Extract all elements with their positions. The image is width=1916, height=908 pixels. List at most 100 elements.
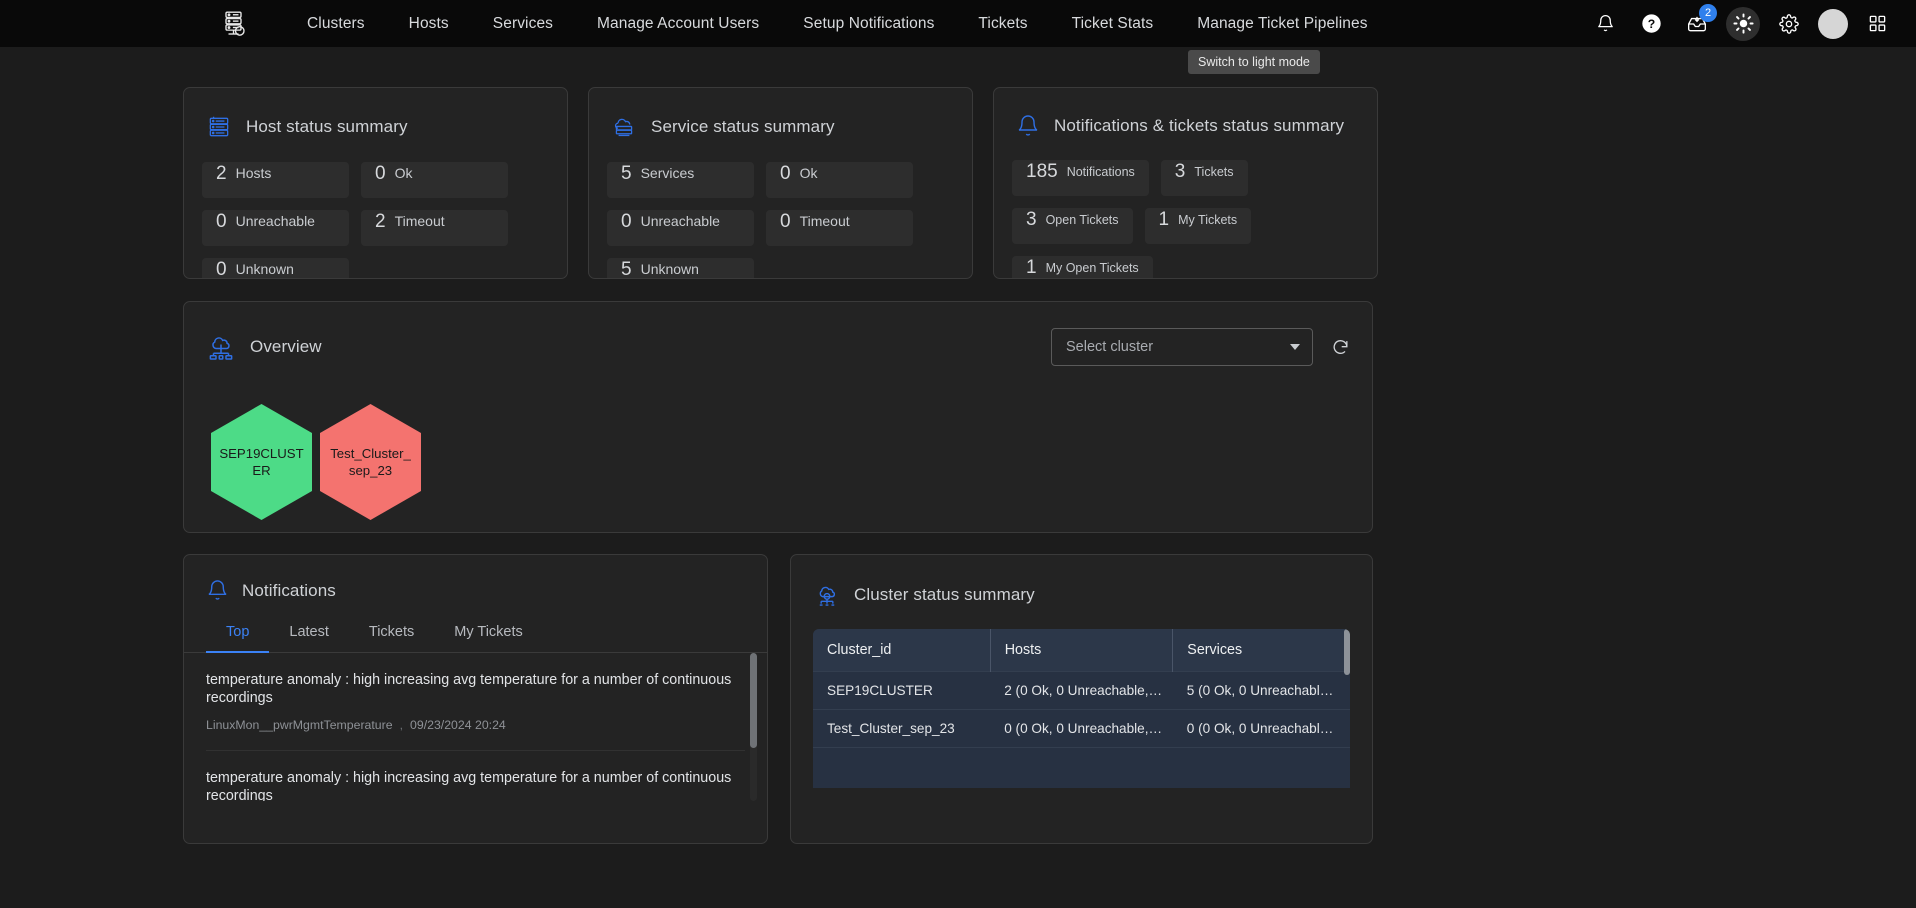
nav-link-services[interactable]: Services — [471, 9, 575, 39]
overview-section: Overview Select cluster SEP19CLUSTER Tes… — [0, 279, 1916, 533]
nav-link-ticket-stats[interactable]: Ticket Stats — [1050, 9, 1176, 39]
chip-value: 2 — [375, 211, 386, 232]
table-row[interactable]: Test_Cluster_sep_23 0 (0 Ok, 0 Unreachab… — [813, 709, 1350, 748]
chip-label: Timeout — [799, 213, 850, 229]
hexagon-label: Test_Cluster_sep_23 — [330, 446, 411, 478]
chip-label: Notifications — [1066, 165, 1135, 179]
bell-icon — [1016, 114, 1040, 138]
cluster-hexagon-sep19cluster[interactable]: SEP19CLUSTER — [211, 404, 312, 520]
chip-label: Ok — [799, 165, 818, 181]
cloud-gear-icon — [813, 581, 841, 609]
chip-hosts-timeout[interactable]: 2 Timeout — [361, 210, 508, 246]
cell-cluster-id: SEP19CLUSTER — [813, 671, 991, 710]
cluster-status-title: Cluster status summary — [854, 585, 1035, 604]
nav-link-clusters[interactable]: Clusters — [285, 9, 387, 39]
chip-open-tickets[interactable]: 3 Open Tickets — [1012, 208, 1133, 244]
nav-link-manage-account-users[interactable]: Manage Account Users — [575, 9, 781, 39]
tab-my-tickets[interactable]: My Tickets — [434, 616, 542, 653]
navbar-actions: ? 2 — [1588, 3, 1894, 41]
cell-hosts: 2 (0 Ok, 0 Unreachable, 2 Ti... — [990, 671, 1173, 710]
notifications-header: Notifications — [184, 579, 767, 602]
cell-services: 0 (0 Ok, 0 Unreachable, 0 T... — [1172, 709, 1350, 748]
notifications-card: Notifications Top Latest Tickets My Tick… — [183, 554, 768, 844]
nav-link-manage-ticket-pipelines[interactable]: Manage Ticket Pipelines — [1175, 9, 1389, 39]
column-header-services[interactable]: Services — [1172, 629, 1350, 672]
bottom-row: Notifications Top Latest Tickets My Tick… — [0, 533, 1916, 844]
grid-apps-icon[interactable] — [1860, 7, 1894, 41]
notifications-scrollbar-thumb[interactable] — [750, 653, 757, 748]
host-summary-chips: 2 Hosts 0 Ok 0 Unreachable 2 Timeout 0 U… — [202, 162, 549, 278]
notifications-tickets-summary-card: Notifications & tickets status summary 1… — [993, 87, 1378, 279]
overview-title: Overview — [250, 337, 322, 356]
chip-services[interactable]: 5 Services — [607, 162, 754, 198]
notifications-list: temperature anomaly : high increasing av… — [184, 653, 767, 801]
avatar[interactable] — [1818, 8, 1848, 39]
refresh-icon[interactable] — [1331, 338, 1350, 357]
chip-label: Unknown — [235, 261, 294, 277]
server-rack-icon — [206, 114, 232, 140]
hexagon-label: SEP19CLUSTER — [219, 446, 304, 478]
chip-label: Timeout — [394, 213, 445, 229]
chip-value: 3 — [1026, 209, 1037, 230]
chip-label: Unreachable — [640, 213, 720, 229]
table-scrollbar-thumb[interactable] — [1344, 629, 1350, 675]
app-logo[interactable] — [205, 9, 267, 39]
chip-hosts-ok[interactable]: 0 Ok — [361, 162, 508, 198]
chip-my-tickets[interactable]: 1 My Tickets — [1144, 208, 1252, 244]
select-cluster-dropdown[interactable]: Select cluster — [1051, 328, 1313, 366]
service-status-summary-card: Service status summary 5 Services 0 Ok 0… — [588, 87, 973, 279]
inbox-download-icon[interactable]: 2 — [1680, 3, 1717, 41]
cluster-hexagon-list: SEP19CLUSTER Test_Cluster_sep_23 — [206, 404, 1350, 520]
chip-value: 2 — [216, 163, 227, 184]
chip-services-ok[interactable]: 0 Ok — [766, 162, 913, 198]
nav-link-setup-notifications[interactable]: Setup Notifications — [781, 9, 956, 39]
host-status-summary-card: Host status summary 2 Hosts 0 Ok 0 Unrea… — [183, 87, 568, 279]
notification-item[interactable]: temperature anomaly : high increasing av… — [206, 751, 745, 801]
host-summary-header: Host status summary — [202, 114, 549, 140]
bell-icon — [206, 579, 229, 602]
notif-summary-chips: 185 Notifications 3 Tickets 3 Open Ticke… — [1012, 160, 1359, 278]
chip-hosts[interactable]: 2 Hosts — [202, 162, 349, 198]
notification-item[interactable]: temperature anomaly : high increasing av… — [206, 653, 745, 751]
chip-label: Unreachable — [235, 213, 315, 229]
chip-services-unreachable[interactable]: 0 Unreachable — [607, 210, 754, 246]
tab-latest[interactable]: Latest — [269, 616, 349, 653]
notifications-title: Notifications — [242, 580, 336, 600]
table-row[interactable]: SEP19CLUSTER 2 (0 Ok, 0 Unreachable, 2 T… — [813, 671, 1350, 710]
brightness-icon[interactable] — [1726, 6, 1760, 41]
cluster-status-table: Cluster_id Hosts Services SEP19CLUSTER 2… — [813, 629, 1350, 788]
help-circle-icon[interactable]: ? — [1634, 7, 1668, 41]
chip-value: 0 — [780, 163, 791, 184]
service-summary-title: Service status summary — [651, 117, 835, 136]
notification-title: temperature anomaly : high increasing av… — [206, 672, 732, 706]
column-header-hosts[interactable]: Hosts — [990, 629, 1174, 672]
cluster-status-table-wrap: Cluster_id Hosts Services SEP19CLUSTER 2… — [813, 629, 1350, 788]
chip-my-open-tickets[interactable]: 1 My Open Tickets — [1012, 256, 1153, 278]
tab-tickets[interactable]: Tickets — [349, 616, 434, 653]
host-summary-title: Host status summary — [246, 117, 408, 136]
column-header-cluster-id[interactable]: Cluster_id — [813, 629, 991, 672]
tab-top[interactable]: Top — [206, 616, 270, 653]
nav-link-hosts[interactable]: Hosts — [387, 9, 471, 39]
cell-empty — [1172, 747, 1350, 788]
chip-label: Unknown — [640, 261, 699, 277]
nav-links: Clusters Hosts Services Manage Account U… — [285, 9, 1390, 39]
chip-hosts-unknown[interactable]: 0 Unknown — [202, 258, 349, 278]
chip-value: 0 — [621, 211, 632, 232]
chip-notifications[interactable]: 185 Notifications — [1012, 160, 1149, 196]
notification-source: LinuxMon__pwrMgmtTemperature — [206, 718, 393, 732]
gear-icon[interactable] — [1772, 7, 1806, 41]
nav-link-tickets[interactable]: Tickets — [956, 9, 1049, 39]
cluster-hexagon-test-cluster-sep-23[interactable]: Test_Cluster_sep_23 — [320, 404, 421, 520]
chip-hosts-unreachable[interactable]: 0 Unreachable — [202, 210, 349, 246]
table-row-empty — [813, 747, 1350, 788]
cluster-status-header: Cluster status summary — [791, 581, 1372, 609]
notifications-tabs: Top Latest Tickets My Tickets — [184, 616, 767, 653]
chip-services-timeout[interactable]: 0 Timeout — [766, 210, 913, 246]
notif-summary-title: Notifications & tickets status summary — [1054, 116, 1345, 135]
chip-tickets[interactable]: 3 Tickets — [1160, 160, 1248, 196]
table-header-row: Cluster_id Hosts Services — [813, 629, 1350, 672]
chip-services-unknown[interactable]: 5 Unknown — [607, 258, 754, 278]
cell-services: 5 (0 Ok, 0 Unreachable, 0 Ti... — [1172, 671, 1350, 710]
bell-icon[interactable] — [1588, 7, 1622, 41]
